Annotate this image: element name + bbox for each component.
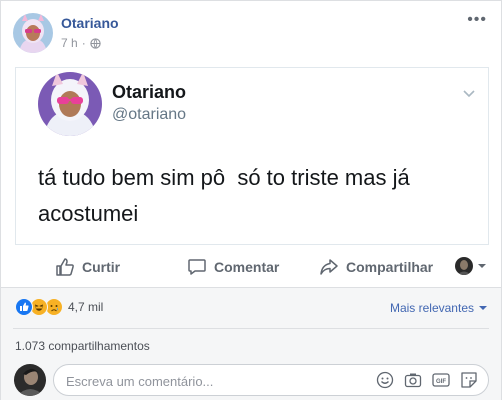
tweet-text: tá tudo bem sim pô só to triste mas já a…	[38, 165, 416, 226]
post-meta: 7 h ·	[61, 36, 101, 50]
more-options-icon[interactable]: •••	[467, 11, 487, 29]
like-icon	[15, 298, 33, 316]
actor-avatar	[455, 257, 473, 275]
comment-button[interactable]: Comentar	[187, 251, 279, 283]
emoji-icon[interactable]	[376, 371, 394, 389]
caret-down-icon	[479, 306, 487, 310]
comment-box: GIF	[53, 364, 489, 397]
author-avatar[interactable]	[13, 13, 53, 53]
like-label: Curtir	[82, 259, 121, 275]
comment-label: Comentar	[214, 259, 280, 275]
tweet-handle: @otariano	[112, 106, 187, 123]
share-arrow-icon	[320, 259, 338, 275]
sort-comments-dropdown[interactable]: Mais relevantes	[390, 301, 487, 315]
post-card: Otariano 7 h · ••• Otariano @otariano tá…	[0, 0, 502, 400]
share-button[interactable]: Compartilhar	[319, 251, 433, 283]
commenter-avatar	[14, 364, 46, 396]
share-count[interactable]: 1.073 compartilhamentos	[15, 339, 150, 353]
post-as-selector[interactable]	[455, 257, 487, 275]
gif-icon[interactable]: GIF	[432, 371, 450, 389]
divider	[13, 328, 489, 329]
avatar-illustration	[13, 13, 53, 53]
sort-label: Mais relevantes	[389, 301, 474, 315]
like-button[interactable]: Curtir	[55, 251, 120, 283]
feedback-area: 4,7 mil Mais relevantes 1.073 compartilh…	[1, 287, 501, 400]
action-bar: Curtir Comentar Compartilhar	[1, 251, 501, 283]
comment-tools: GIF	[376, 371, 478, 389]
svg-text:GIF: GIF	[436, 379, 446, 385]
reactions-summary[interactable]: 4,7 mil	[15, 298, 103, 316]
sticker-icon[interactable]	[460, 371, 478, 389]
tweet-image[interactable]: Otariano @otariano tá tudo bem sim pô só…	[15, 67, 489, 245]
meta-separator: ·	[81, 36, 86, 50]
author-name[interactable]: Otariano	[61, 15, 119, 31]
tweet-avatar-illustration	[38, 72, 102, 136]
globe-icon[interactable]	[90, 37, 101, 49]
post-time[interactable]: 7 h	[61, 36, 78, 50]
thumbs-up-icon	[56, 258, 74, 276]
chevron-down-icon	[463, 90, 475, 98]
tweet-name: Otariano	[112, 82, 187, 102]
tweet-avatar	[38, 72, 102, 136]
camera-icon[interactable]	[404, 371, 422, 389]
comment-input[interactable]	[64, 365, 368, 397]
reaction-count: 4,7 mil	[68, 300, 104, 314]
comment-icon	[188, 259, 206, 275]
caret-down-icon	[478, 264, 486, 268]
share-label: Compartilhar	[346, 259, 434, 275]
